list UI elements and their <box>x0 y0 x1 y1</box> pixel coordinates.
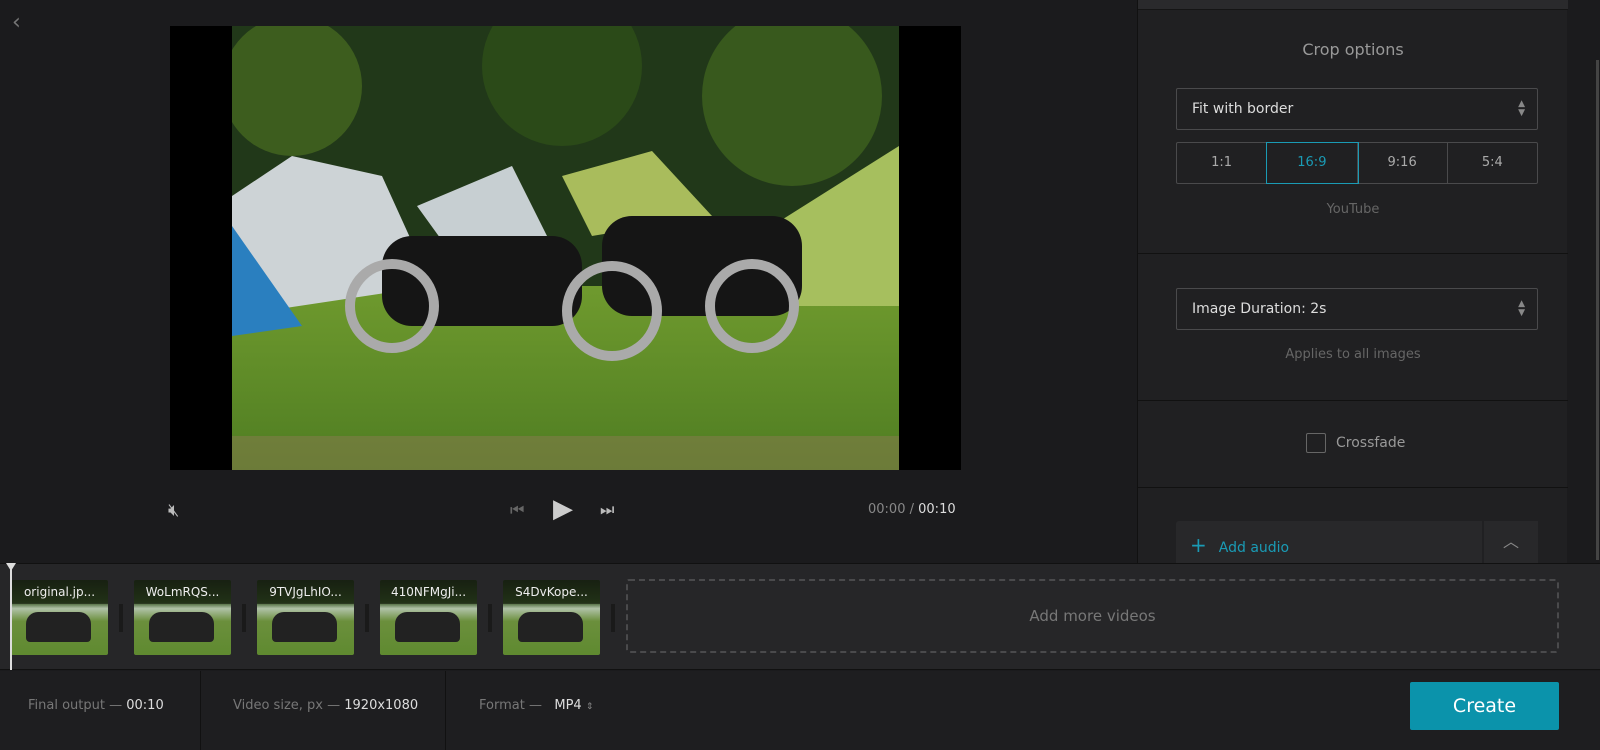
video-size-value: 1920x1080 <box>344 698 419 713</box>
add-more-videos-button[interactable]: Add more videos <box>626 579 1559 653</box>
clip-name: 410NFMgJi... <box>380 580 477 604</box>
image-duration-value: Image Duration: 2s <box>1192 301 1327 317</box>
clip-separator[interactable] <box>242 604 246 632</box>
crop-mode-select[interactable]: Fit with border ▲ ▼ <box>1176 88 1538 130</box>
panel-tabs <box>1138 0 1568 10</box>
crossfade-checkbox[interactable]: Crossfade <box>1306 433 1405 453</box>
next-icon[interactable]: ⏭︎ <box>600 500 614 520</box>
ratio-5-4[interactable]: 5:4 <box>1448 143 1537 183</box>
chevron-up-icon[interactable]: ︿ <box>1484 521 1538 563</box>
format-select[interactable]: Format — MP4 ⇕ <box>446 671 646 750</box>
image-duration-select[interactable]: Image Duration: 2s ▲ ▼ <box>1176 288 1538 330</box>
format-value: MP4 <box>554 698 582 713</box>
time-display: 00:00 / 00:10 <box>868 502 956 517</box>
format-label: Format — <box>479 698 542 713</box>
previous-icon[interactable]: ⏮︎ <box>510 500 524 520</box>
clip-name: WoLmRQS... <box>134 580 231 604</box>
updown-arrow-icon: ▲ ▼ <box>1518 99 1525 118</box>
ratio-9-16[interactable]: 9:16 <box>1358 143 1448 183</box>
add-audio-label: Add audio <box>1218 540 1290 556</box>
final-output-value: 00:10 <box>126 698 164 713</box>
timeline-clip[interactable]: 410NFMgJi... <box>380 580 477 655</box>
ratio-1-1[interactable]: 1:1 <box>1177 143 1268 183</box>
ratio-16-9[interactable]: 16:9 <box>1266 142 1359 184</box>
scrollbar[interactable] <box>1596 60 1599 560</box>
playhead[interactable] <box>6 563 16 670</box>
clip-name: original.jp... <box>11 580 108 604</box>
divider <box>1138 253 1568 254</box>
mute-icon[interactable]: 🔇︎ <box>168 500 179 521</box>
time-separator: / <box>909 502 914 517</box>
settings-panel: Crop options Fit with border ▲ ▼ 1:1 16:9 … <box>1137 0 1599 563</box>
current-time: 00:00 <box>868 502 906 517</box>
ratio-hint: YouTube <box>1326 202 1380 217</box>
updown-arrow-icon: ⇕ <box>585 702 594 712</box>
create-button[interactable]: Create <box>1410 682 1559 730</box>
crossfade-label: Crossfade <box>1336 435 1406 451</box>
plus-icon: + <box>1190 533 1207 557</box>
divider <box>1138 487 1568 488</box>
back-icon[interactable]: ‹ <box>12 10 32 35</box>
preview-image <box>232 26 899 470</box>
clip-name: 9TVJgLhIO... <box>257 580 354 604</box>
timeline-clip[interactable]: 9TVJgLhIO... <box>257 580 354 655</box>
clip-separator[interactable] <box>365 604 369 632</box>
timeline-clip[interactable]: S4DvKope... <box>503 580 600 655</box>
add-audio-button[interactable]: + Add audio <box>1176 521 1482 563</box>
play-icon[interactable]: ▶︎ <box>553 494 573 524</box>
bottom-bar: Final output — 00:10 Video size, px — 19… <box>0 671 1600 750</box>
final-output-info: Final output — 00:10 <box>0 671 201 750</box>
divider <box>1138 400 1568 401</box>
clip-separator[interactable] <box>119 604 123 632</box>
total-time: 00:10 <box>918 502 956 517</box>
clip-separator[interactable] <box>611 604 615 632</box>
duration-hint: Applies to all images <box>1285 347 1421 362</box>
updown-arrow-icon: ▲ ▼ <box>1518 299 1525 318</box>
crop-options-title: Crop options <box>1302 40 1404 59</box>
clip-separator[interactable] <box>488 604 492 632</box>
clip-name: S4DvKope... <box>503 580 600 604</box>
checkbox-icon[interactable] <box>1306 433 1326 453</box>
timeline-clip[interactable]: original.jp... <box>11 580 108 655</box>
final-output-label: Final output — <box>28 698 123 713</box>
aspect-ratio-group: 1:1 16:9 9:16 5:4 <box>1176 142 1538 184</box>
timeline-clip[interactable]: WoLmRQS... <box>134 580 231 655</box>
video-size-label: Video size, px — <box>233 698 341 713</box>
video-size-info: Video size, px — 1920x1080 <box>201 671 446 750</box>
crop-mode-value: Fit with border <box>1192 101 1294 117</box>
